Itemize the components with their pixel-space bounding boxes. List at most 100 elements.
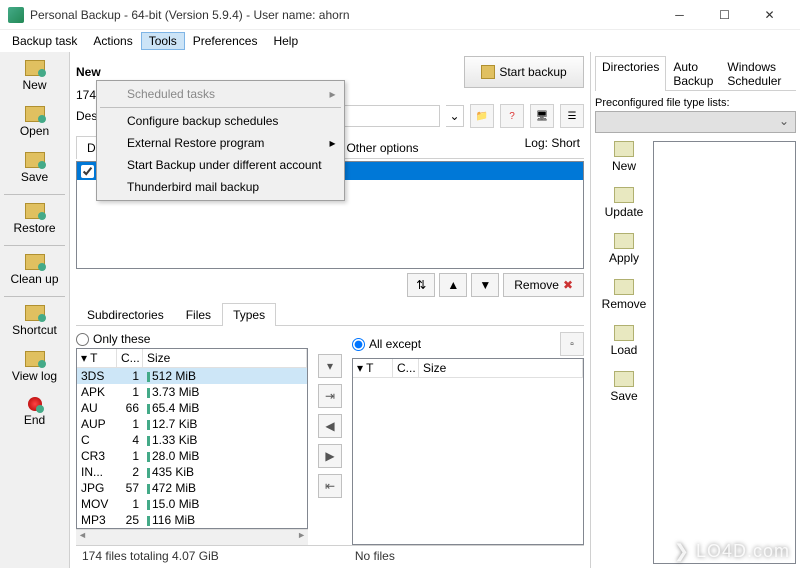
log-mode-label[interactable]: Log: Short <box>525 136 580 150</box>
toolbar-view-log[interactable]: View log <box>0 345 69 391</box>
titlebar: Personal Backup - 64-bit (Version 5.9.4)… <box>0 0 800 30</box>
types-table-left[interactable]: ▾ TC...Size3DS1512 MiBAPK13.73 MiBAU6665… <box>76 348 308 529</box>
remove-icon <box>614 279 634 295</box>
tab-other-options[interactable]: Other options <box>335 136 429 159</box>
move-down-button[interactable]: ▼ <box>471 273 499 297</box>
clean up-icon <box>25 254 45 270</box>
transfer-buttons: ▾ ⇥ ◀ ▶ ⇤ <box>316 330 344 545</box>
right-save-button[interactable]: Save <box>610 371 637 403</box>
all-except-radio[interactable] <box>352 338 365 351</box>
only-these-radio[interactable] <box>76 333 89 346</box>
update-icon <box>614 187 634 203</box>
type-row[interactable]: IN...2435 KiB <box>77 464 307 480</box>
type-row[interactable]: C41.33 KiB <box>77 432 307 448</box>
subtab-types[interactable]: Types <box>222 303 276 326</box>
open-icon <box>25 106 45 122</box>
menuitem-configure-backup-schedules[interactable]: Configure backup schedules <box>99 110 342 132</box>
destination-dropdown[interactable]: ⌄ <box>446 105 464 127</box>
main-panel: New Start backup 174 f Desti ⌄ 📁 ? 🖥 ☰ S… <box>70 52 590 568</box>
type-row[interactable]: MOV115.0 MiB <box>77 496 307 512</box>
right-update-button[interactable]: Update <box>605 187 644 219</box>
menu-backup-task[interactable]: Backup task <box>4 32 85 50</box>
types-options-button[interactable]: ▫ <box>560 332 584 356</box>
new-icon <box>25 60 45 76</box>
menu-tools[interactable]: Tools <box>141 32 185 50</box>
remove-icon: ✖ <box>563 278 573 292</box>
load-icon <box>614 325 634 341</box>
move-all-left-button[interactable]: ⇤ <box>318 474 342 498</box>
type-row[interactable]: APK13.73 MiB <box>77 384 307 400</box>
status-left: 174 files totaling 4.07 GiB <box>82 549 355 563</box>
type-row[interactable]: AU6665.4 MiB <box>77 400 307 416</box>
sort-types-button[interactable]: ▾ <box>318 354 342 378</box>
view log-icon <box>25 351 45 367</box>
shortcut-icon <box>25 305 45 321</box>
window-title: Personal Backup - 64-bit (Version 5.9.4)… <box>30 8 657 22</box>
directory-checkbox[interactable] <box>81 165 94 178</box>
close-button[interactable]: ✕ <box>747 0 792 30</box>
options-button[interactable]: ☰ <box>560 104 584 128</box>
subtab-files[interactable]: Files <box>175 303 222 326</box>
right-apply-button[interactable]: Apply <box>609 233 639 265</box>
menuitem-thunderbird-mail-backup[interactable]: Thunderbird mail backup <box>99 176 342 198</box>
status-bar: 174 files totaling 4.07 GiB No files <box>76 545 584 566</box>
subtab-subdirectories[interactable]: Subdirectories <box>76 303 175 326</box>
apply-icon <box>614 233 634 249</box>
sort-button[interactable]: ⇅ <box>407 273 435 297</box>
left-toolbar: NewOpenSave Restore Clean up ShortcutView l… <box>0 52 70 568</box>
right-tabs: DirectoriesAuto BackupWindows Scheduler <box>595 56 796 91</box>
browse-button[interactable]: 📁 <box>470 104 494 128</box>
horizontal-scrollbar[interactable] <box>76 529 308 545</box>
menuitem-scheduled-tasks: Scheduled tasks▸ <box>99 83 342 105</box>
toolbar-open[interactable]: Open <box>0 100 69 146</box>
backup-icon <box>481 65 495 79</box>
right-tab-directories[interactable]: Directories <box>595 56 666 91</box>
type-row[interactable]: CR3128.0 MiB <box>77 448 307 464</box>
type-row[interactable]: MP325116 MiB <box>77 512 307 528</box>
new-icon <box>614 141 634 157</box>
toolbar-clean-up[interactable]: Clean up <box>0 248 69 294</box>
menuitem-external-restore-program[interactable]: External Restore program▸ <box>99 132 342 154</box>
restore-icon <box>25 203 45 219</box>
tools-menu-dropdown: Scheduled tasks▸ Configure backup schedul… <box>96 80 345 201</box>
toolbar-shortcut[interactable]: Shortcut <box>0 299 69 345</box>
start-backup-button[interactable]: Start backup <box>464 56 584 88</box>
end-icon <box>28 397 42 411</box>
toolbar-restore[interactable]: Restore <box>0 197 69 243</box>
move-all-right-button[interactable]: ⇥ <box>318 384 342 408</box>
status-right: No files <box>355 549 578 563</box>
move-up-button[interactable]: ▲ <box>439 273 467 297</box>
right-panel: DirectoriesAuto BackupWindows Scheduler … <box>590 52 800 568</box>
toolbar-new[interactable]: New <box>0 54 69 100</box>
type-row[interactable]: 3DS1512 MiB <box>77 368 307 384</box>
menu-preferences[interactable]: Preferences <box>185 32 266 50</box>
menu-actions[interactable]: Actions <box>85 32 140 50</box>
maximize-button[interactable]: ☐ <box>702 0 747 30</box>
minimize-button[interactable]: ─ <box>657 0 702 30</box>
preconfigured-label: Preconfigured file type lists: <box>595 97 796 109</box>
remove-button[interactable]: Remove✖ <box>503 273 584 297</box>
type-row[interactable]: JPG57472 MiB <box>77 480 307 496</box>
save-icon <box>25 152 45 168</box>
new-indicator: New <box>76 65 101 79</box>
sub-tabs: SubdirectoriesFilesTypes <box>76 303 584 326</box>
type-row[interactable]: AUP112.7 KiB <box>77 416 307 432</box>
types-table-right[interactable]: ▾ TC...Size <box>352 358 584 545</box>
toolbar-end[interactable]: End <box>0 391 69 435</box>
right-remove-button[interactable]: Remove <box>602 279 647 311</box>
help-button[interactable]: ? <box>500 104 524 128</box>
app-icon <box>8 7 24 23</box>
network-button[interactable]: 🖥 <box>530 104 554 128</box>
preconfigured-combo[interactable] <box>595 111 796 133</box>
move-right-button[interactable]: ◀ <box>318 414 342 438</box>
toolbar-save[interactable]: Save <box>0 146 69 192</box>
right-new-button[interactable]: New <box>612 141 636 173</box>
right-tab-auto-backup[interactable]: Auto Backup <box>666 56 720 91</box>
right-load-button[interactable]: Load <box>611 325 638 357</box>
right-tab-windows-scheduler[interactable]: Windows Scheduler <box>720 56 796 91</box>
menuitem-start-backup-under-different-account[interactable]: Start Backup under different account <box>99 154 342 176</box>
menu-help[interactable]: Help <box>265 32 306 50</box>
right-list[interactable] <box>653 141 796 564</box>
save-icon <box>614 371 634 387</box>
move-left-button[interactable]: ▶ <box>318 444 342 468</box>
